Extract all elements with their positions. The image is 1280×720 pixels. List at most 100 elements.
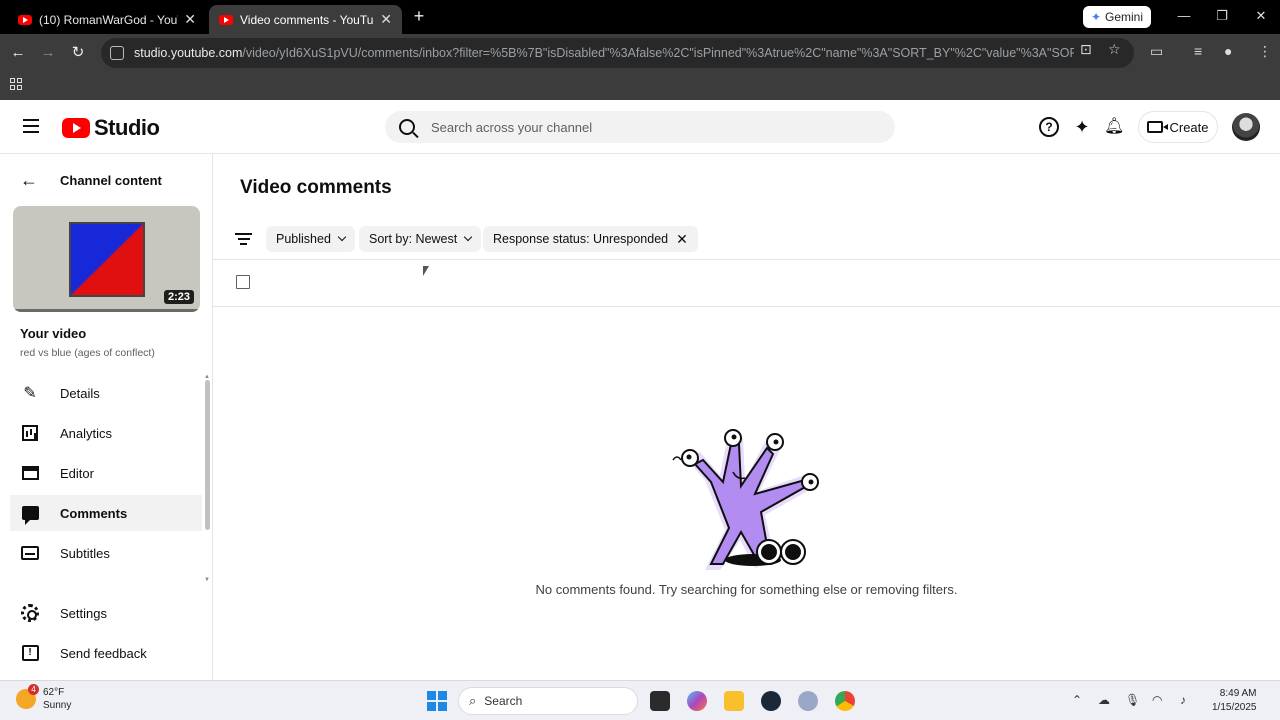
search-icon: ⌕ [469,693,477,708]
close-tab-icon[interactable]: ✕ [184,11,196,28]
your-video-label: Your video [20,326,87,341]
video-thumbnail[interactable]: 2:23 [13,206,200,312]
chrome-icon[interactable] [835,691,855,711]
editor-icon [20,463,40,483]
close-window-icon[interactable]: ✕ [1251,8,1271,24]
sidebar-item-label: Settings [60,605,107,621]
create-button[interactable]: Create [1138,111,1218,143]
select-all-checkbox[interactable] [236,275,250,289]
channel-search[interactable] [385,111,895,143]
create-label: Create [1169,119,1209,135]
task-view-icon[interactable] [650,691,670,711]
site-info-icon[interactable] [110,46,124,60]
discord-icon[interactable] [798,691,818,711]
taskbar-search-label: Search [484,694,523,708]
sidebar-item-editor[interactable]: Editor [10,455,202,491]
close-tab-icon[interactable]: ✕ [380,11,392,28]
forward-icon[interactable]: → [38,43,58,63]
sidebar-item-label: Editor [60,465,94,481]
pencil-icon: ✎ [23,385,37,402]
chevron-down-icon [463,232,473,242]
taskbar-search[interactable]: ⌕ Search [458,687,638,715]
sidebar-item-details[interactable]: ✎ Details [10,375,202,411]
reload-icon[interactable]: ↻ [68,43,88,63]
search-input[interactable] [431,119,851,135]
youtube-favicon-icon [18,14,32,25]
tray-overflow-icon[interactable]: ⌃ [1072,693,1082,707]
empty-state-illustration [672,429,819,570]
video-camera-icon [1147,121,1169,133]
browser-tab-youtube[interactable]: (10) RomanWarGod - YouTube ✕ [8,5,206,34]
lens-icon[interactable]: ⊡ [1080,41,1092,58]
menu-icon[interactable] [23,119,39,133]
close-icon[interactable]: ✕ [676,231,688,248]
video-duration-badge: 2:23 [163,290,194,304]
system-clock[interactable]: 8:49 AM 1/15/2025 [1212,687,1257,715]
help-icon[interactable]: ? [1039,117,1059,137]
bookmark-star-icon[interactable]: ☆ [1108,41,1121,58]
empty-state-message: No comments found. Try searching for som… [535,582,958,597]
chip-label: Published [276,232,331,246]
divider [213,259,1280,260]
notification-badge: 4 [28,684,39,695]
microphone-icon[interactable]: 🎙︎ [1125,693,1140,707]
onedrive-icon[interactable]: ☁ [1098,693,1110,707]
maximize-icon[interactable]: ❐ [1212,8,1232,24]
page-title: Video comments [240,177,392,198]
chevron-down-icon [337,232,347,242]
notifications-bell-icon[interactable]: 🔔︎ [1104,117,1124,137]
wifi-icon[interactable]: ◠ [1152,693,1162,707]
clock-date: 1/15/2025 [1212,702,1257,713]
filter-chip-response-status[interactable]: Response status: Unresponded ✕ [483,226,698,252]
filter-chip-sort[interactable]: Sort by: Newest [359,226,482,252]
file-explorer-icon[interactable] [724,691,744,711]
studio-header: Studio ? ✦ 🔔︎ Create [0,100,1280,154]
comments-icon [20,503,40,525]
weather-widget[interactable]: 4 62°F Sunny [16,684,72,712]
media-queue-icon[interactable]: ≡ [1194,43,1202,59]
sidebar-item-label: Send feedback [60,645,147,661]
studio-wordmark: Studio [94,115,160,140]
windows-start-icon[interactable] [427,691,447,711]
analytics-icon [20,423,40,443]
profile-icon[interactable]: ● [1224,43,1232,59]
minimize-icon[interactable]: — [1174,8,1194,23]
search-icon[interactable] [399,119,415,135]
thumbnail-image [69,222,145,297]
scroll-down-arrow-icon[interactable]: ▼ [204,577,210,583]
feedback-icon: ! [20,643,40,663]
filter-chip-published[interactable]: Published [266,226,355,252]
filter-icon[interactable] [235,233,252,245]
sidebar-item-analytics[interactable]: Analytics [10,415,202,451]
copilot-icon[interactable] [687,691,707,711]
chip-label: Sort by: Newest [369,232,458,246]
thumbnail-progress [13,309,200,312]
sidebar-item-settings[interactable]: Settings [10,595,202,631]
channel-content-back[interactable]: ← Channel content [20,170,162,191]
sidebar-scrollbar[interactable] [205,380,210,530]
chip-label: Response status: Unresponded [493,232,669,246]
back-icon[interactable]: ← [8,43,28,63]
ai-sparkle-icon[interactable]: ✦ [1072,117,1092,137]
new-tab-icon[interactable]: + [410,6,428,27]
purple-creature-icon [672,429,819,570]
sidebar-item-comments[interactable]: Comments [10,495,202,531]
sidebar-item-send-feedback[interactable]: ! Send feedback [10,635,202,671]
address-bar[interactable]: studio.youtube.com/video/yId6XuS1pVU/com… [101,38,1134,68]
weather-condition: Sunny [43,700,72,711]
avatar[interactable] [1232,113,1260,141]
browser-tab-studio[interactable]: Video comments - YouTube Studio ✕ [209,5,402,34]
steam-icon[interactable] [761,691,781,711]
youtube-favicon-icon [219,14,233,25]
gear-icon [20,603,40,623]
cast-icon[interactable]: ▭ [1150,43,1163,60]
gemini-button[interactable]: ✦ Gemini [1083,6,1151,28]
sidebar-item-subtitles[interactable]: Subtitles [10,535,202,571]
studio-logo[interactable]: Studio [62,115,160,141]
clock-time: 8:49 AM [1219,688,1257,699]
browser-menu-icon[interactable]: ⋮ [1258,43,1272,60]
apps-grid-icon[interactable] [10,78,22,90]
sidebar: ← Channel content 2:23 Your video red vs… [0,154,213,680]
sidebar-item-label: Details [60,385,100,401]
volume-icon[interactable]: ♪ [1180,693,1186,707]
